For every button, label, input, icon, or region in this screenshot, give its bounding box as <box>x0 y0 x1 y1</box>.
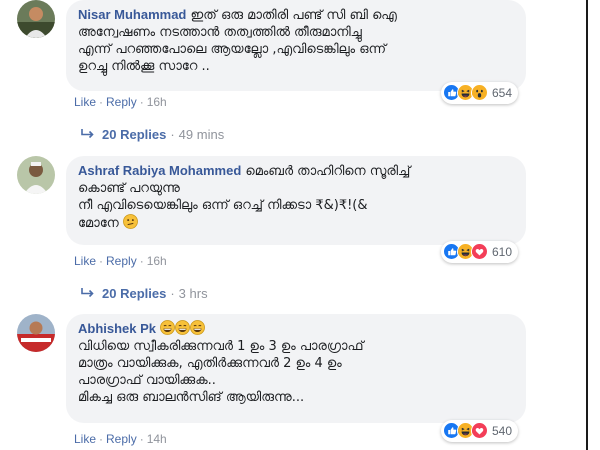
reaction-count: 610 <box>492 245 513 259</box>
comment-author[interactable]: Nisar Muhammad <box>78 7 186 22</box>
reply-arrow-icon <box>80 287 96 302</box>
grinning-emoji-icon <box>175 320 191 335</box>
comment-time[interactable]: 16h <box>147 254 167 268</box>
separator: · <box>170 286 175 301</box>
comment-time[interactable]: 16h <box>147 95 167 109</box>
replies-time: 49 mins <box>178 127 225 142</box>
separator: · <box>99 254 104 268</box>
comment-actions: Like · Reply · 14h <box>74 432 167 446</box>
comment-text: Abhishek Pk വിധിയെ സ്വീകരിക്കുന്നവർ 1 ഉം… <box>78 320 514 406</box>
comment-author[interactable]: Abhishek Pk <box>78 321 156 336</box>
comment-line: മോനേ <box>78 216 119 231</box>
reply-arrow-icon <box>80 128 96 143</box>
reply-link[interactable]: Reply <box>106 95 137 109</box>
comment-line: മികച്ച ഒരു ബാലൻസിങ് ആയിരുന്നു... <box>78 390 305 405</box>
avatar[interactable] <box>17 0 55 38</box>
separator: · <box>99 95 104 109</box>
comment-line: പാരഗ്രാഫ് വായിക്കുക.. <box>78 373 216 388</box>
comment-text: Nisar Muhammad ഇത് ഒരു മാതിരി പണ്ട് സി ബ… <box>78 6 514 75</box>
right-edge-border <box>586 0 588 450</box>
reaction-count: 654 <box>492 86 513 100</box>
like-link[interactable]: Like <box>74 254 96 268</box>
comment-bubble: Abhishek Pk വിധിയെ സ്വീകരിക്കുന്നവർ 1 ഉം… <box>66 314 526 423</box>
reaction-count: 540 <box>492 424 513 438</box>
separator: · <box>139 95 144 109</box>
comment-line: എന്ന് പറഞ്ഞപോലെ ആയല്ലോ ,എവിടെങ്കിലും ഒന്… <box>78 42 387 57</box>
confused-emoji-icon <box>122 214 138 229</box>
comment-line: ഇത് ഒരു മാതിരി പണ്ട് സി ബി ഐ <box>190 8 397 23</box>
like-link[interactable]: Like <box>74 432 96 446</box>
comment-line: ഉറച്ചു നിൽക്കൂ സാറേ .. <box>78 59 210 74</box>
comment-actions: Like · Reply · 16h <box>74 95 167 109</box>
comment-line: വിധിയെ സ്വീകരിക്കുന്നവർ 1 ഉം 3 ഉം പാരഗ്ര… <box>78 339 364 354</box>
comment-line: കൊണ്ട് പറയുന്നു <box>78 181 180 196</box>
view-replies-link[interactable]: 20 Replies · 3 hrs <box>80 286 208 302</box>
reply-link[interactable]: Reply <box>106 254 137 268</box>
reaction-summary[interactable]: 610 <box>441 241 519 263</box>
separator: · <box>170 127 175 142</box>
separator: · <box>139 432 144 446</box>
grinning-emoji-icon <box>190 320 206 335</box>
replies-count[interactable]: 20 Replies <box>102 286 166 301</box>
comment-bubble: Ashraf Rabiya Mohammed മെംബർ താഹിറിനെ സൂ… <box>66 156 526 245</box>
reply-link[interactable]: Reply <box>106 432 137 446</box>
comment-time[interactable]: 14h <box>147 432 167 446</box>
reaction-summary[interactable]: 654 <box>441 82 519 104</box>
separator: · <box>139 254 144 268</box>
comment-line: നീ എവിടെയെങ്കിലും ഒന്ന് ഒറച്ച് നിക്കടാ ₹… <box>78 198 368 213</box>
replies-time: 3 hrs <box>178 286 208 301</box>
separator: · <box>99 432 104 446</box>
comment-line: അന്വേഷണം നടത്താൻ തത്വത്തിൽ തീരുമാനിച്ചു <box>78 25 362 40</box>
view-replies-link[interactable]: 20 Replies · 49 mins <box>80 127 224 143</box>
comment-bubble: Nisar Muhammad ഇത് ഒരു മാതിരി പണ്ട് സി ബ… <box>66 0 526 91</box>
comment-author[interactable]: Ashraf Rabiya Mohammed <box>78 163 241 178</box>
avatar[interactable] <box>17 314 55 352</box>
comment-text: Ashraf Rabiya Mohammed മെംബർ താഹിറിനെ സൂ… <box>78 162 514 232</box>
wow-reaction-icon <box>471 84 489 102</box>
grinning-emoji-icon <box>160 320 176 335</box>
like-link[interactable]: Like <box>74 95 96 109</box>
comment-actions: Like · Reply · 16h <box>74 254 167 268</box>
comment-line: മാത്രം വായിക്കുക, എതിർക്കുന്നവർ 2 ഉം 4 ഉ… <box>78 356 342 371</box>
comment-line: മെംബർ താഹിറിനെ സൂരിച്ച് <box>245 164 411 179</box>
replies-count[interactable]: 20 Replies <box>102 127 166 142</box>
love-reaction-icon <box>471 422 489 440</box>
reaction-summary[interactable]: 540 <box>441 420 519 442</box>
love-reaction-icon <box>471 243 489 261</box>
avatar[interactable] <box>17 156 55 194</box>
